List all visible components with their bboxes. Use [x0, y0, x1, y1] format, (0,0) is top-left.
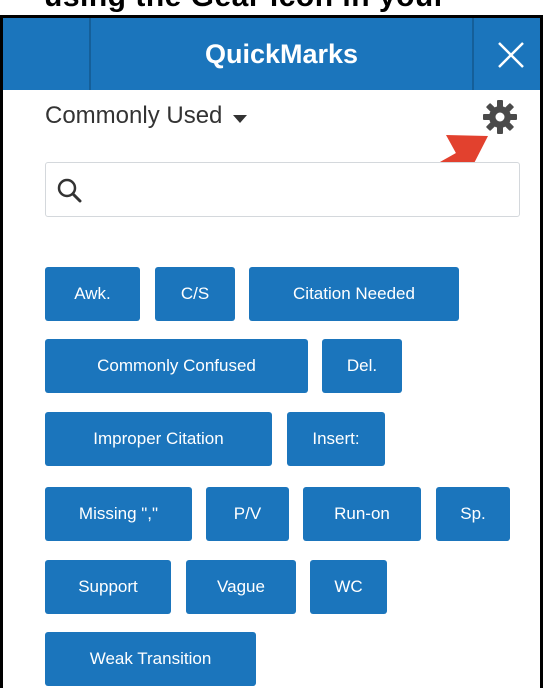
quickmark-pv[interactable]: P/V	[206, 487, 289, 541]
quickmark-support[interactable]: Support	[45, 560, 171, 614]
quickmark-commonly-confused[interactable]: Commonly Confused	[45, 339, 308, 393]
quickmark-insert[interactable]: Insert:	[287, 412, 385, 466]
quickmark-wc[interactable]: WC	[310, 560, 387, 614]
quickmark-improper-citation[interactable]: Improper Citation	[45, 412, 272, 466]
quickmark-weak-transition[interactable]: Weak Transition	[45, 632, 256, 686]
chevron-down-icon	[232, 114, 247, 123]
quickmark-cs[interactable]: C/S	[155, 267, 235, 321]
panel-header: QuickMarks	[3, 18, 540, 90]
search-box	[45, 162, 520, 217]
header-right-cell	[472, 18, 540, 90]
header-left-cell	[3, 18, 91, 90]
quickmark-missing-comma[interactable]: Missing ","	[45, 487, 192, 541]
quickmark-run-on[interactable]: Run-on	[303, 487, 421, 541]
panel-title: QuickMarks	[204, 39, 359, 69]
search-icon	[57, 178, 82, 203]
close-icon[interactable]	[496, 40, 526, 70]
quickmark-vague[interactable]: Vague	[186, 560, 296, 614]
quickmark-awk[interactable]: Awk.	[45, 267, 140, 321]
quickmark-citation-needed[interactable]: Citation Needed	[249, 267, 459, 321]
set-dropdown[interactable]: Commonly Used	[45, 98, 247, 134]
search-input[interactable]	[92, 171, 511, 211]
quickmark-del[interactable]: Del.	[322, 339, 402, 393]
set-dropdown-label: Commonly Used	[45, 102, 223, 129]
caption-text: using the Gear icon in your	[44, 0, 446, 14]
quickmark-sp[interactable]: Sp.	[436, 487, 510, 541]
